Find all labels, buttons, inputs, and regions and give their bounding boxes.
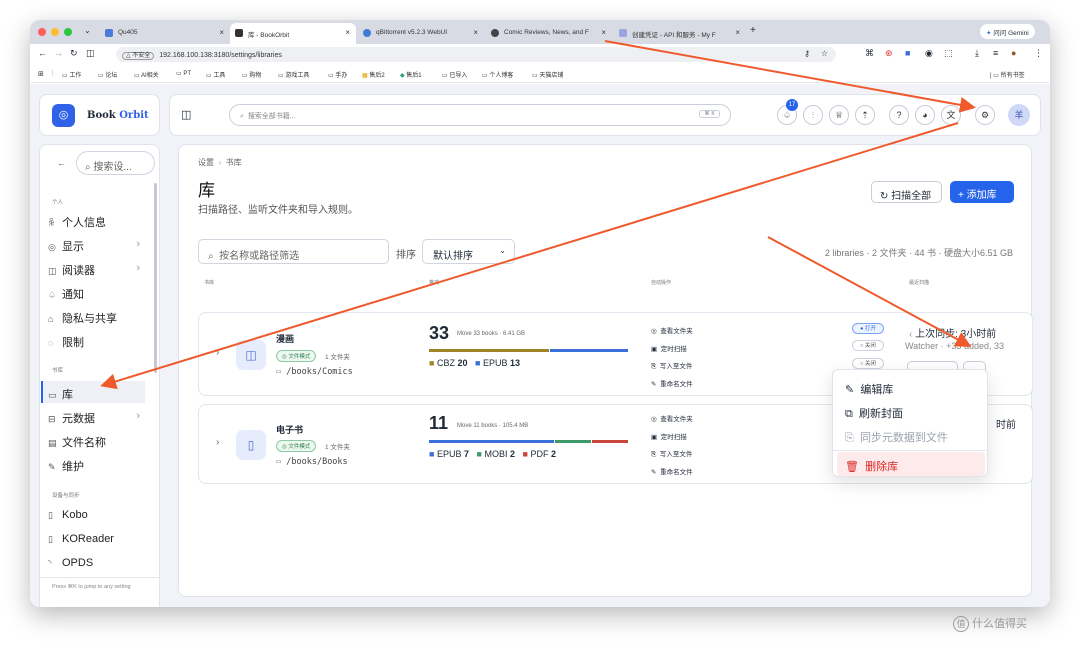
arrow-to-settings (604, 40, 976, 113)
annotation-arrows (100, 40, 976, 390)
arrow-to-more-button (767, 236, 972, 347)
arrow-to-library-nav (100, 122, 959, 390)
watermark: 值 什么值得买 (953, 615, 1027, 632)
watermark-logo-icon: 值 (953, 616, 969, 632)
